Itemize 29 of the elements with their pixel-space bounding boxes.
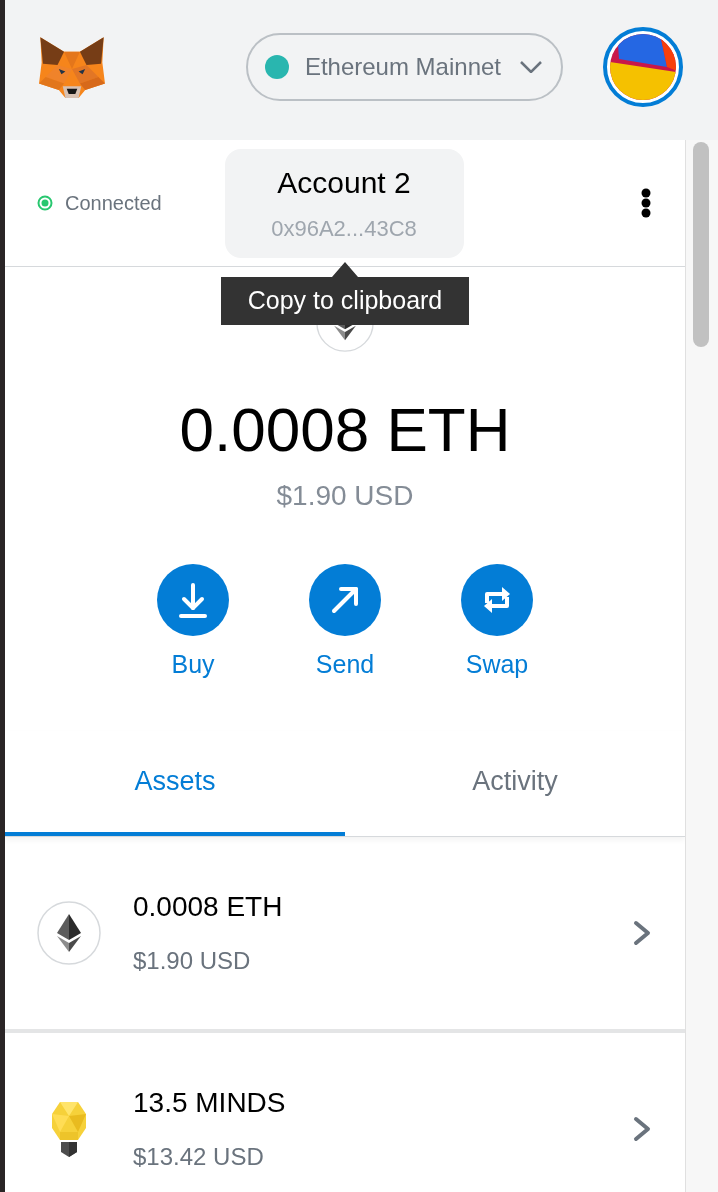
kebab-menu-icon bbox=[641, 188, 651, 218]
avatar-icon[interactable] bbox=[603, 27, 683, 107]
more-options-button[interactable] bbox=[641, 188, 651, 218]
tab[interactable]: Activity bbox=[345, 731, 685, 836]
send-button[interactable]: Send bbox=[285, 564, 405, 679]
lightbulb-icon bbox=[52, 1101, 86, 1157]
asset-value: $1.90 USD bbox=[133, 946, 251, 976]
account-button[interactable]: Account 2 0x96A2...43C8 bbox=[224, 148, 464, 258]
caret-down-icon bbox=[520, 61, 542, 73]
swap-button[interactable]: Swap bbox=[437, 564, 557, 679]
asset-amount: 13.5 MINDS bbox=[133, 1086, 286, 1120]
scrollbar-thumb[interactable] bbox=[693, 142, 709, 347]
tooltip: Copy to clipboard bbox=[221, 262, 469, 325]
connection-status: Connected bbox=[65, 191, 162, 216]
asset-value: $13.42 USD bbox=[133, 1142, 264, 1172]
balance-fiat: $1.90 USD bbox=[275, 479, 415, 513]
balance-amount: 0.0008 ETH bbox=[178, 394, 512, 466]
chevron-right-icon bbox=[633, 1116, 651, 1142]
asset-amount: 0.0008 ETH bbox=[133, 890, 283, 924]
chevron-right-icon bbox=[633, 920, 651, 946]
buy-button[interactable]: Buy bbox=[133, 564, 253, 679]
network-selector[interactable]: Ethereum Mainnet bbox=[245, 33, 563, 101]
account-name: Account 2 bbox=[277, 164, 411, 201]
download-icon bbox=[157, 564, 229, 636]
swap-arrows-icon bbox=[461, 564, 533, 636]
ethereum-icon bbox=[37, 901, 101, 965]
arrow-up-right-icon bbox=[309, 564, 381, 636]
fox-logo-icon bbox=[39, 36, 105, 98]
account-address: 0x96A2...43C8 bbox=[271, 215, 417, 242]
